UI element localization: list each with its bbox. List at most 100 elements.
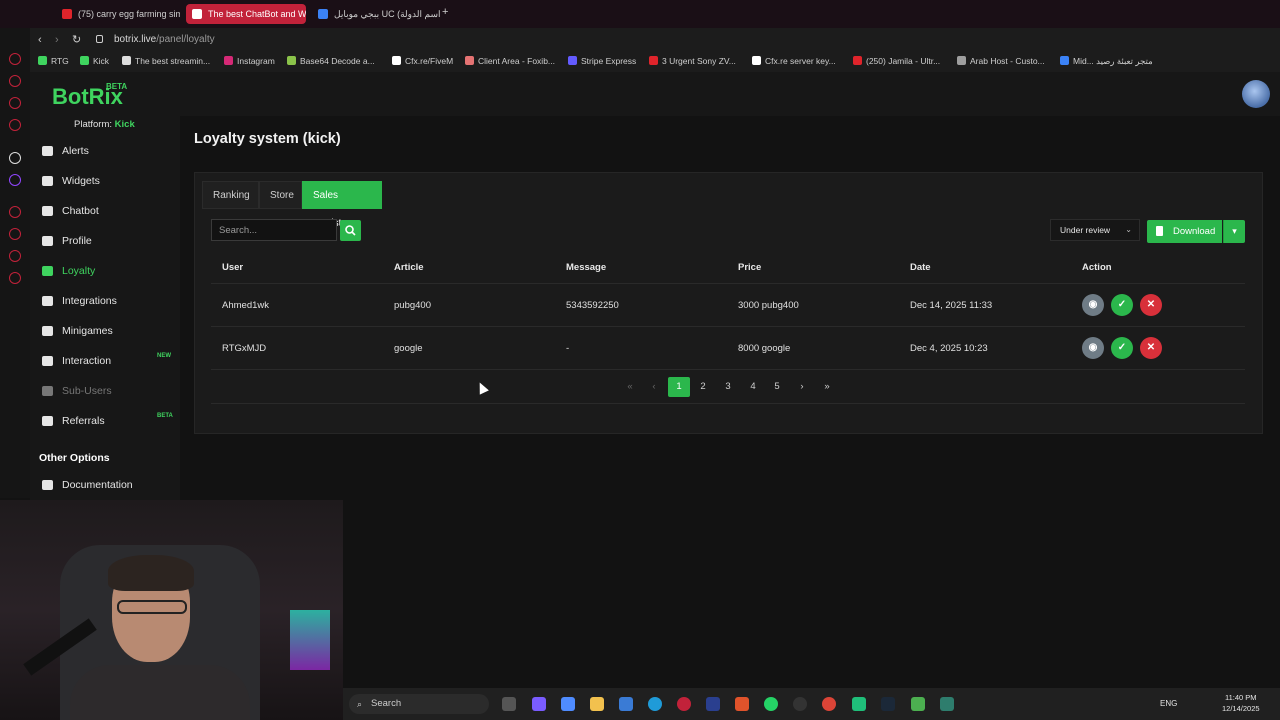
clock-date: 12/14/2025 — [1222, 704, 1260, 713]
bookmark-label: Kick — [93, 56, 110, 66]
app-icon[interactable] — [852, 697, 866, 711]
settings-icon[interactable] — [9, 272, 21, 284]
back-icon[interactable]: ‹ — [38, 34, 42, 46]
tab-sales-register[interactable]: Sales Register — [302, 181, 382, 229]
sidebar-item-referrals[interactable]: Referrals — [40, 410, 105, 432]
download-dropdown-toggle[interactable]: ▾ — [1223, 220, 1245, 243]
sidebar-item-widgets[interactable]: Widgets — [40, 170, 100, 192]
page-1-button[interactable]: 1 — [668, 377, 690, 397]
kick-icon[interactable] — [9, 152, 21, 164]
telegram-icon[interactable] — [9, 97, 21, 109]
search-input[interactable] — [211, 219, 337, 241]
view-button[interactable]: ◉ — [1082, 294, 1104, 316]
bookmark-favicon-icon — [392, 56, 401, 65]
history-icon[interactable] — [9, 206, 21, 218]
bookmark-item[interactable]: Mid... متجر تعبئة رصيد — [1060, 56, 1153, 67]
bookmark-favicon-icon — [224, 56, 233, 65]
approve-button[interactable]: ✓ — [1111, 337, 1133, 359]
twitch-icon[interactable] — [9, 174, 21, 186]
store-icon[interactable] — [619, 697, 633, 711]
sidebar-item-profile[interactable]: Profile — [40, 230, 92, 252]
bookmark-favicon-icon — [853, 56, 862, 65]
view-button[interactable]: ◉ — [1082, 337, 1104, 359]
taskbar-search[interactable]: ⌕ Search — [349, 694, 489, 714]
github-icon[interactable] — [793, 697, 807, 711]
terminal-icon[interactable] — [940, 697, 954, 711]
messenger-icon[interactable] — [9, 53, 21, 65]
sidebar-item-alerts[interactable]: Alerts — [40, 140, 89, 162]
first-page-button[interactable]: « — [619, 377, 641, 397]
input-language[interactable]: ENG — [1160, 699, 1177, 708]
new-tab-button[interactable]: + — [442, 6, 448, 18]
reject-button[interactable]: ✕ — [1140, 294, 1162, 316]
browser-tab[interactable]: ببجي موبايل UC (اسم الدولة — [312, 4, 440, 24]
brave-icon[interactable] — [735, 697, 749, 711]
sidebar-item-chatbot[interactable]: Chatbot — [40, 200, 99, 222]
instagram-icon[interactable] — [9, 119, 21, 131]
opera-icon[interactable] — [677, 697, 691, 711]
user-avatar[interactable] — [1242, 80, 1270, 108]
sidebar-item-interaction[interactable]: Interaction — [40, 350, 111, 372]
bookmark-item[interactable]: Arab Host - Custo... — [957, 56, 1045, 66]
tab-ranking[interactable]: Ranking — [202, 181, 259, 209]
bookmark-item[interactable]: Base64 Decode a... — [287, 56, 375, 66]
page-5-button[interactable]: 5 — [766, 377, 788, 397]
bookmark-item[interactable]: Stripe Express — [568, 56, 636, 66]
task-view-icon[interactable] — [502, 697, 516, 711]
whatsapp-icon[interactable] — [9, 75, 21, 87]
clock-icon[interactable] — [9, 228, 21, 240]
reject-button[interactable]: ✕ — [1140, 337, 1162, 359]
bookmark-item[interactable]: RTG — [38, 56, 69, 66]
sidebar-item-integrations[interactable]: Integrations — [40, 290, 117, 312]
bookmark-label: Instagram — [237, 56, 275, 66]
eye-icon: ◉ — [1088, 299, 1098, 310]
bookmark-item[interactable]: Instagram — [224, 56, 275, 66]
sidebar-item-label: Chatbot — [62, 205, 99, 217]
extensions-icon[interactable] — [9, 250, 21, 262]
sidebar-item-loyalty[interactable]: Loyalty — [40, 260, 95, 282]
whatsapp-icon[interactable] — [764, 697, 778, 711]
lock-icon — [96, 35, 103, 43]
bookmark-item[interactable]: Client Area - Foxib... — [465, 56, 555, 66]
bookmark-item[interactable]: The best streamin... — [122, 56, 210, 66]
search-button[interactable] — [340, 220, 361, 241]
discord-icon[interactable] — [532, 697, 546, 711]
reload-icon[interactable]: ↻ — [72, 33, 81, 46]
edge-icon[interactable] — [648, 697, 662, 711]
approve-button[interactable]: ✓ — [1111, 294, 1133, 316]
prev-page-button[interactable]: ‹ — [643, 377, 665, 397]
app-icon[interactable] — [911, 697, 925, 711]
bookmark-item[interactable]: 3 Urgent Sony ZV... — [649, 56, 736, 66]
bookmark-item[interactable]: Cfx.re/FiveM — [392, 56, 453, 66]
page-4-button[interactable]: 4 — [742, 377, 764, 397]
browser-tab[interactable]: (75) carry egg farming sim — [56, 4, 180, 24]
bookmark-item[interactable]: Cfx.re server key... — [752, 56, 836, 66]
url-text[interactable]: botrix.live/panel/loyalty — [114, 34, 215, 45]
browser-tab[interactable]: The best ChatBot and W — [186, 4, 306, 24]
sidebar-item-label: Loyalty — [62, 265, 96, 277]
chrome-icon[interactable] — [822, 697, 836, 711]
steam-icon[interactable] — [881, 697, 895, 711]
table-divider — [211, 369, 1245, 370]
bookmark-item[interactable]: (250) Jamila - Ultr... — [853, 56, 940, 66]
sidebar-item-minigames[interactable]: Minigames — [40, 320, 113, 342]
page-2-button[interactable]: 2 — [692, 377, 714, 397]
download-label: Download — [1173, 226, 1216, 237]
forward-icon[interactable]: › — [55, 34, 59, 46]
sidebar-item-sub-users[interactable]: Sub-Users — [40, 380, 112, 402]
last-page-button[interactable]: » — [816, 377, 838, 397]
taskbar-clock[interactable]: 11:40 PM 12/14/2025 — [1222, 692, 1260, 714]
bookmark-favicon-icon — [649, 56, 658, 65]
bookmark-favicon-icon — [1060, 56, 1069, 65]
page-3-button[interactable]: 3 — [717, 377, 739, 397]
nav-badge: BETA — [157, 413, 173, 419]
vs-icon[interactable] — [706, 697, 720, 711]
sidebar-item-documentation[interactable]: Documentation — [40, 474, 133, 496]
next-page-button[interactable]: › — [791, 377, 813, 397]
bookmark-item[interactable]: Kick — [80, 56, 109, 66]
status-filter-select[interactable]: Under review ⌄ — [1050, 219, 1140, 241]
file-explorer-icon[interactable] — [590, 697, 604, 711]
copilot-icon[interactable] — [561, 697, 575, 711]
tab-store[interactable]: Store — [259, 181, 302, 209]
download-button[interactable]: Download — [1147, 220, 1222, 243]
